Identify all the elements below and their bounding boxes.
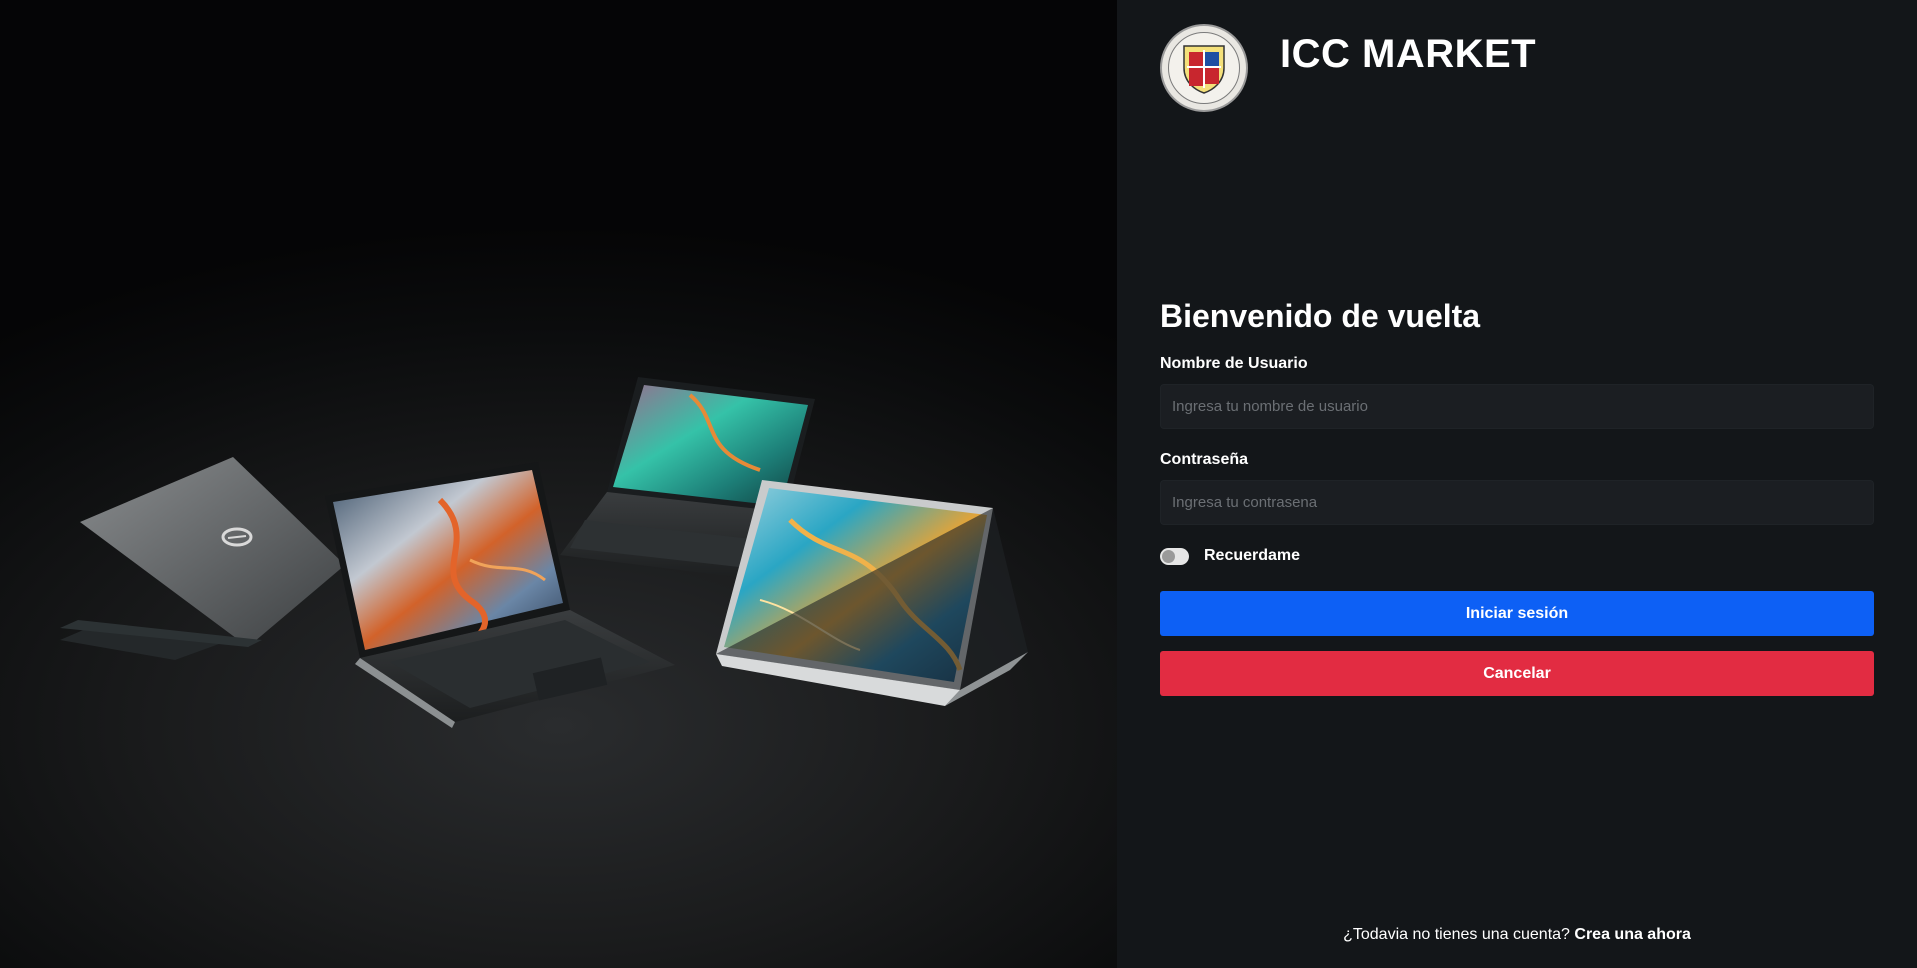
signup-link[interactable]: Crea una ahora bbox=[1574, 926, 1690, 943]
login-button[interactable]: Iniciar sesión bbox=[1160, 591, 1874, 636]
remember-me-label[interactable]: Recuerdame bbox=[1204, 547, 1300, 565]
laptops-illustration bbox=[60, 377, 1028, 728]
remember-me-row: Recuerdame bbox=[1160, 547, 1874, 565]
welcome-heading: Bienvenido de vuelta bbox=[1160, 298, 1481, 334]
remember-me-toggle[interactable] bbox=[1160, 547, 1189, 565]
login-panel: ICC MARKET Bienvenido de vuelta Nombre d… bbox=[1117, 0, 1917, 968]
hero-image bbox=[0, 0, 1117, 968]
login-form: Bienvenido de vuelta Nombre de Usuario C… bbox=[1160, 298, 1874, 696]
username-label: Nombre de Usuario bbox=[1160, 355, 1308, 372]
signup-text: ¿Todavia no tienes una cuenta? bbox=[1343, 926, 1575, 943]
signup-prompt: ¿Todavia no tienes una cuenta? Crea una … bbox=[1117, 926, 1917, 944]
cancel-button[interactable]: Cancelar bbox=[1160, 651, 1874, 696]
login-page: ICC MARKET Bienvenido de vuelta Nombre d… bbox=[0, 0, 1917, 968]
app-title: ICC MARKET bbox=[1280, 32, 1537, 76]
laptop-grey bbox=[60, 457, 345, 660]
university-seal-icon bbox=[1160, 24, 1248, 112]
laptop-blue bbox=[716, 480, 1028, 706]
password-label: Contraseña bbox=[1160, 451, 1249, 468]
toggle-knob bbox=[1162, 549, 1175, 563]
brand-header: ICC MARKET bbox=[1160, 24, 1536, 112]
password-input[interactable] bbox=[1160, 480, 1874, 525]
username-input[interactable] bbox=[1160, 384, 1874, 429]
